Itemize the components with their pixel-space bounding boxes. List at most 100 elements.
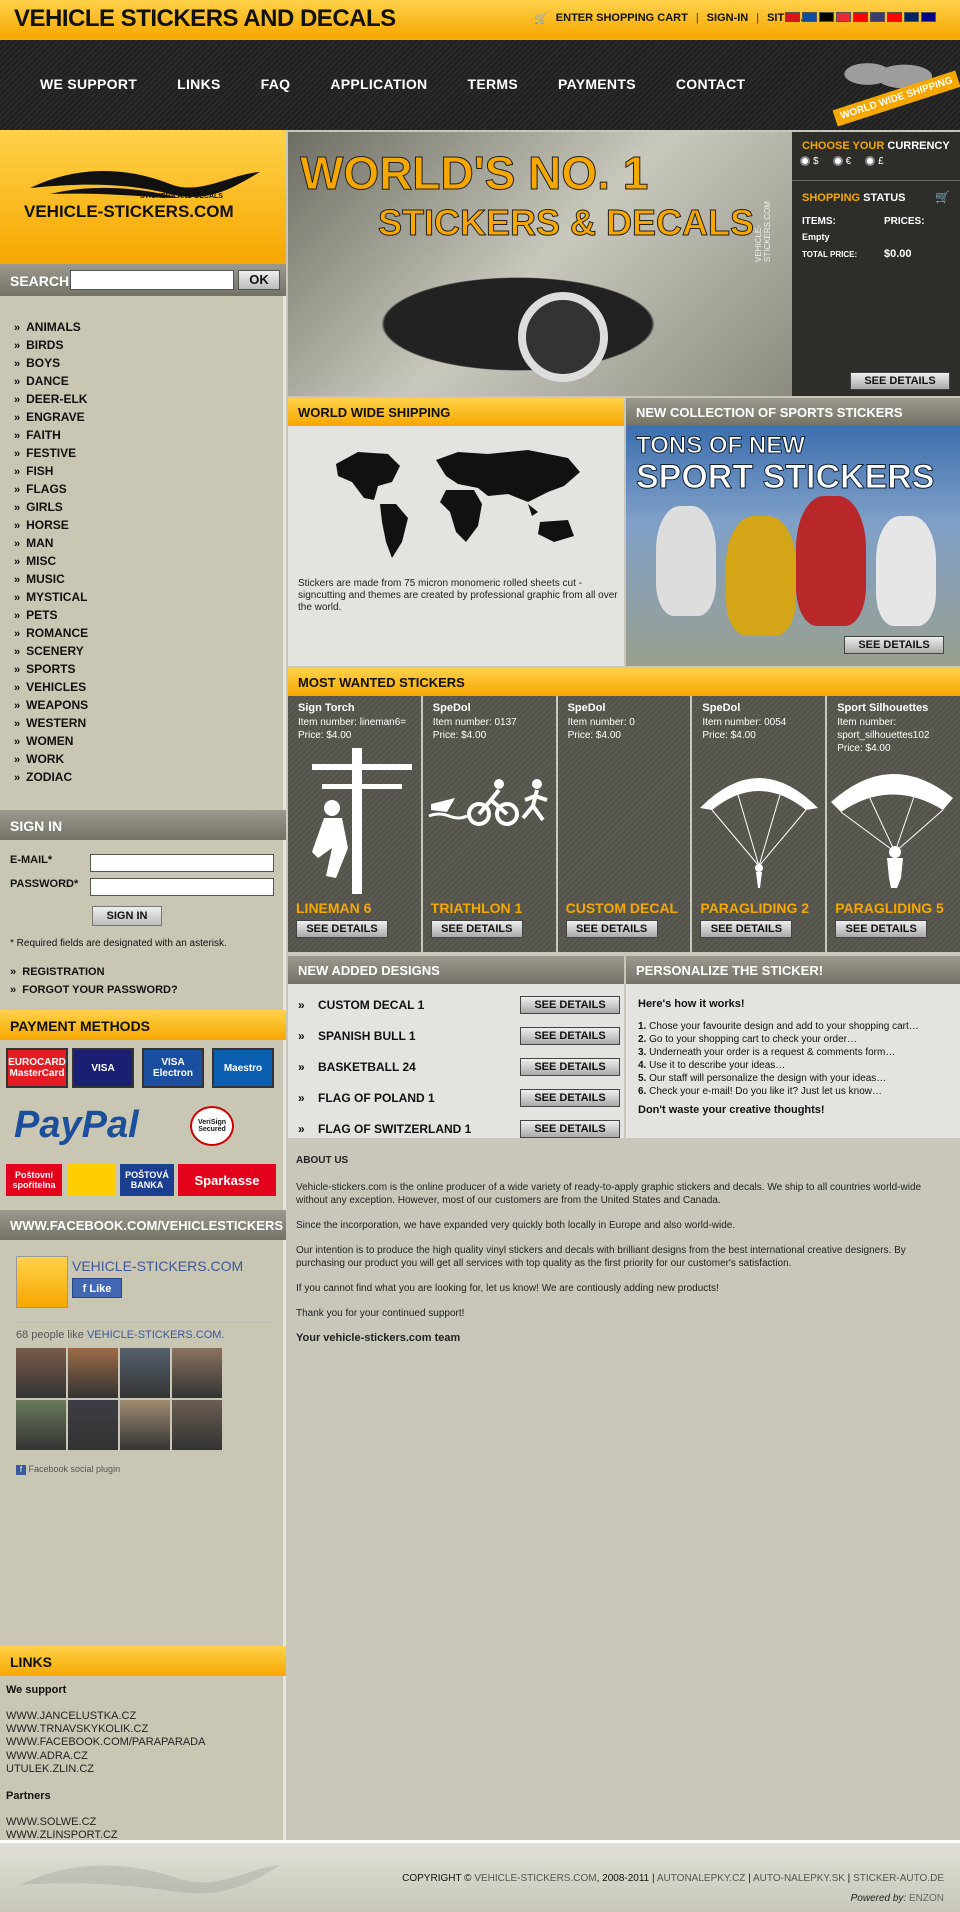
link-item[interactable]: WWW.FACEBOOK.COM/PARAPARADA [6, 1736, 205, 1749]
category-item[interactable]: » WORK [14, 750, 88, 768]
link-item[interactable]: WWW.JANCELUSTKA.CZ [6, 1710, 205, 1723]
logo[interactable]: STICKERS AND DECALS VEHICLE-STICKERS.COM [0, 130, 286, 264]
registration-link[interactable]: » REGISTRATION [10, 966, 105, 978]
hero-banner[interactable]: WORLD'S NO. 1 STICKERS & DECALS VEHICLE-… [288, 132, 792, 396]
category-item[interactable]: » SPORTS [14, 660, 88, 678]
product-details-button[interactable]: SEE DETAILS [700, 920, 793, 938]
design-name[interactable]: SPANISH BULL 1 [318, 1029, 416, 1043]
list-item[interactable]: » FLAG OF SWITZERLAND 1 SEE DETAILS [298, 1118, 620, 1140]
facebook-fan-avatar[interactable] [68, 1400, 118, 1450]
password-field[interactable] [90, 878, 274, 896]
cart-details-button[interactable]: SEE DETAILS [850, 372, 950, 390]
list-item[interactable]: » BASKETBALL 24 SEE DETAILS [298, 1056, 620, 1078]
design-name[interactable]: CUSTOM DECAL 1 [318, 998, 424, 1012]
powered-name[interactable]: ENZON [909, 1893, 944, 1904]
sport-stickers-banner[interactable]: TONS OF NEW SPORT STICKERS SEE DETAILS [626, 426, 960, 666]
facebook-page-name[interactable]: VEHICLE-STICKERS.COM [72, 1258, 243, 1274]
currency-eur[interactable]: € [832, 156, 851, 167]
nav-payments[interactable]: PAYMENTS [558, 76, 636, 92]
category-item[interactable]: » SCENERY [14, 642, 88, 660]
signin-button[interactable]: SIGN IN [92, 906, 162, 926]
signin-link[interactable]: SIGN-IN [707, 12, 749, 25]
category-item[interactable]: » FAITH [14, 426, 88, 444]
category-item[interactable]: » VEHICLES [14, 678, 88, 696]
design-details-button[interactable]: SEE DETAILS [520, 1058, 620, 1076]
currency-gbp[interactable]: £ [865, 156, 884, 167]
forgot-password-link[interactable]: » FORGOT YOUR PASSWORD? [10, 984, 178, 996]
facebook-fan-avatar[interactable] [172, 1348, 222, 1398]
nav-faq[interactable]: FAQ [261, 76, 291, 92]
category-item[interactable]: » BOYS [14, 354, 88, 372]
email-field[interactable] [90, 854, 274, 872]
facebook-fan-avatar[interactable] [68, 1348, 118, 1398]
list-item[interactable]: » CUSTOM DECAL 1 SEE DETAILS [298, 994, 620, 1016]
design-name[interactable]: FLAG OF POLAND 1 [318, 1091, 435, 1105]
category-item[interactable]: » FESTIVE [14, 444, 88, 462]
category-item[interactable]: » FLAGS [14, 480, 88, 498]
category-item[interactable]: » ROMANCE [14, 624, 88, 642]
swiss-flag[interactable] [853, 12, 868, 22]
canadian-flag[interactable] [887, 12, 902, 22]
product-details-button[interactable]: SEE DETAILS [835, 920, 928, 938]
product-card[interactable]: SpeDol Item number: 0137 Price: $4.00 TR… [422, 696, 556, 952]
australian-flag[interactable] [921, 12, 936, 22]
category-item[interactable]: » BIRDS [14, 336, 88, 354]
category-item[interactable]: » WEAPONS [14, 696, 88, 714]
category-item[interactable]: » GIRLS [14, 498, 88, 516]
category-item[interactable]: » MAN [14, 534, 88, 552]
search-input[interactable] [70, 270, 234, 290]
nav-we-support[interactable]: WE SUPPORT [40, 76, 137, 92]
list-item[interactable]: » SPANISH BULL 1 SEE DETAILS [298, 1025, 620, 1047]
czech-flag[interactable] [785, 12, 800, 22]
category-item[interactable]: » MUSIC [14, 570, 88, 588]
category-item[interactable]: » WOMEN [14, 732, 88, 750]
link-item[interactable]: WWW.SOLWE.CZ [6, 1816, 150, 1829]
us-flag[interactable] [870, 12, 885, 22]
like-count-link[interactable]: VEHICLE-STICKERS.COM. [87, 1329, 225, 1341]
facebook-fan-avatar[interactable] [120, 1348, 170, 1398]
footer-link-autonalepky[interactable]: AUTONALEPKY.CZ [657, 1873, 746, 1884]
link-item[interactable]: WWW.ADRA.CZ [6, 1750, 205, 1763]
slovak-flag[interactable] [802, 12, 817, 22]
category-item[interactable]: » DANCE [14, 372, 88, 390]
category-item[interactable]: » MYSTICAL [14, 588, 88, 606]
product-details-button[interactable]: SEE DETAILS [296, 920, 388, 938]
product-details-button[interactable]: SEE DETAILS [430, 920, 523, 938]
design-details-button[interactable]: SEE DETAILS [520, 1120, 620, 1138]
search-ok-button[interactable]: OK [238, 270, 280, 290]
design-details-button[interactable]: SEE DETAILS [520, 1089, 620, 1107]
category-item[interactable]: » ANIMALS [14, 318, 88, 336]
design-details-button[interactable]: SEE DETAILS [520, 1027, 620, 1045]
facebook-page-thumbnail[interactable] [16, 1256, 68, 1308]
product-card[interactable]: Sign Torch Item number: lineman6= Price:… [288, 696, 421, 952]
category-item[interactable]: » DEER-ELK [14, 390, 88, 408]
sport-details-button[interactable]: SEE DETAILS [844, 636, 944, 654]
german-flag[interactable] [819, 12, 834, 22]
nav-application[interactable]: APPLICATION [330, 76, 427, 92]
product-details-button[interactable]: SEE DETAILS [565, 920, 658, 938]
cart-icon[interactable]: 🛒 [534, 12, 548, 25]
facebook-like-button[interactable]: f Like [72, 1278, 122, 1298]
category-item[interactable]: » HORSE [14, 516, 88, 534]
cart-icon[interactable]: 🛒 [935, 190, 950, 204]
austrian-flag[interactable] [836, 12, 851, 22]
facebook-link-header[interactable]: WWW.FACEBOOK.COM/VEHICLESTICKERS [0, 1210, 286, 1240]
nav-contact[interactable]: CONTACT [676, 76, 746, 92]
link-item[interactable]: WWW.TRNAVSKYKOLIK.CZ [6, 1723, 205, 1736]
category-item[interactable]: » PETS [14, 606, 88, 624]
category-item[interactable]: » WESTERN [14, 714, 88, 732]
uk-flag[interactable] [904, 12, 919, 22]
enter-cart-link[interactable]: ENTER SHOPPING CART [556, 12, 688, 25]
category-item[interactable]: » ENGRAVE [14, 408, 88, 426]
category-item[interactable]: » MISC [14, 552, 88, 570]
link-item[interactable]: UTULEK.ZLIN.CZ [6, 1763, 205, 1776]
nav-terms[interactable]: TERMS [467, 76, 518, 92]
facebook-fan-avatar[interactable] [120, 1400, 170, 1450]
nav-links[interactable]: LINKS [177, 76, 221, 92]
product-card[interactable]: SpeDol Item number: 0054 Price: $4.00 PA… [692, 696, 826, 952]
product-card[interactable]: Sport Silhouettes Item number: sport_sil… [827, 696, 960, 952]
product-card[interactable]: SpeDol Item number: 0 Price: $4.00 CUSTO… [557, 696, 691, 952]
facebook-fan-avatar[interactable] [16, 1400, 66, 1450]
facebook-fan-avatar[interactable] [16, 1348, 66, 1398]
list-item[interactable]: » FLAG OF POLAND 1 SEE DETAILS [298, 1087, 620, 1109]
